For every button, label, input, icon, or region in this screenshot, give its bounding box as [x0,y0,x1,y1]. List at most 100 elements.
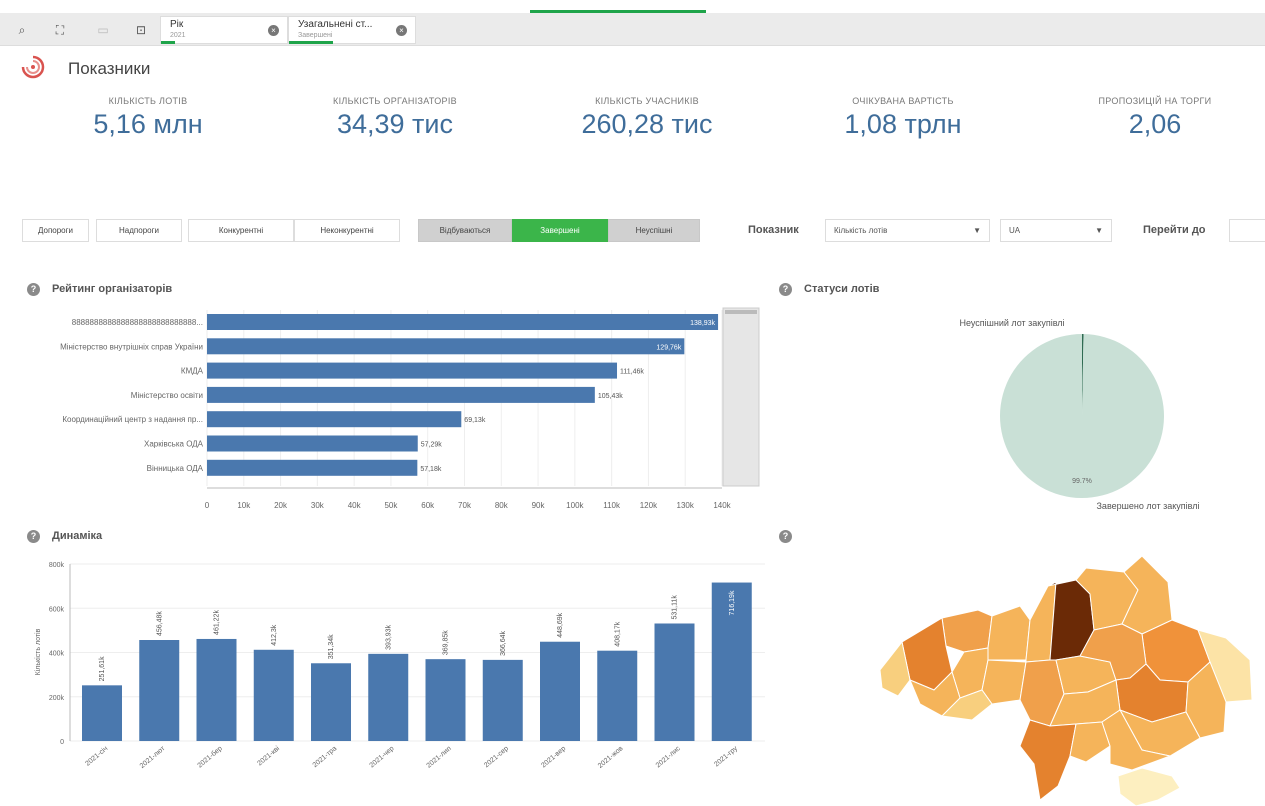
bar [82,685,122,741]
map-region-khmelnytskyi [981,659,1027,705]
bar [139,640,180,741]
goto-input[interactable] [1229,219,1265,242]
x-tick-label: 2021-чер [369,745,396,769]
bar [207,362,618,379]
x-tick-label: 50k [384,501,398,510]
filter-above-threshold-button[interactable]: Надпороги [96,219,182,242]
step-forward-icon[interactable]: ▭ [95,22,111,38]
help-icon[interactable]: ? [779,530,792,543]
category-label: Міністерство внутрішніх справ України [60,342,203,351]
bar [540,641,580,741]
data-label: 461,22k [214,610,221,635]
page-title: Показники [68,59,151,78]
x-tick-label: 2021-бер [196,744,224,769]
help-icon[interactable]: ? [779,283,792,296]
status-title: Статуси лотів [804,283,880,295]
x-tick-label: 90k [532,501,546,510]
search-select-icon[interactable]: ⌕ [14,22,30,38]
category-label: Міністерство освіти [131,391,203,400]
category-label: КМДА [181,367,204,376]
region-dropdown[interactable]: UA ▼ [1000,219,1112,242]
kpi-expected-value[interactable]: ОЧІКУВАНА ВАРТІСТЬ 1,08 трлн [778,96,1028,140]
y-tick-label: 600k [49,606,65,613]
bar [425,659,466,741]
map-region-rivne [987,605,1031,661]
bar [654,623,695,741]
bar [196,638,237,741]
clear-selections-icon[interactable]: ⊡ [133,22,149,38]
x-tick-label: 20k [274,501,288,510]
data-label: 369,85k [443,630,450,655]
y-tick-label: 400k [49,651,65,658]
data-label: 57,18k [420,466,442,473]
data-label: 69,13k [464,417,486,424]
pie-data-label: 99.7% [1072,478,1092,485]
bar [311,663,351,741]
x-tick-label: 10k [237,501,251,510]
bar [253,649,294,741]
kpi-bids[interactable]: ПРОПОЗИЦІЙ НА ТОРГИ 2,06 [1030,96,1265,140]
ranking-bar-chart[interactable]: 0 10k 20k 30k 40k 50k 60k 70k 80k 90k 100k 110k 120k… [0,306,765,516]
kpi-organizers[interactable]: КІЛЬКІСТЬ ОРГАНІЗАТОРІВ 34,39 тис [270,96,520,140]
selection-chip-status[interactable]: Узагальнені ст... Завершені × [288,16,416,44]
dynamics-bar-chart[interactable]: 0 200k 400k 600k 800k Кількість лотів 251,61k 2… [0,552,770,806]
kpi-value: 1,08 трлн [844,109,962,139]
x-tick-label: 110k [603,501,621,510]
scrollbar [722,307,760,487]
data-label: 129,76k [656,344,681,351]
filter-ongoing-button[interactable]: Відбуваються [418,219,512,242]
category-label: Харківська ОДА [144,440,204,449]
map-region-volyn [941,609,993,653]
selection-state-bar [289,41,333,44]
x-tick-label: 2021-січ [84,744,110,767]
kpi-label: ОЧІКУВАНА ВАРТІСТЬ [852,96,954,106]
x-tick-label: 100k [566,501,584,510]
x-tick-label: 0 [205,501,210,510]
pie-slice [1000,334,1164,498]
filter-completed-button[interactable]: Завершені [512,219,608,242]
pie-label: Неуспішний лот закупівлі [959,318,1064,328]
x-tick-label: 2021-лис [655,745,682,770]
filter-noncompetitive-button[interactable]: Неконкурентні [294,219,400,242]
bar [482,659,523,741]
kpi-lots[interactable]: КІЛЬКІСТЬ ЛОТІВ 5,16 млн [23,96,273,140]
x-tick-label: 130k [677,501,695,510]
indicator-dropdown[interactable]: Кількість лотів ▼ [825,219,990,242]
selection-chip-year[interactable]: Рік 2021 × [160,16,288,44]
help-icon[interactable]: ? [27,283,40,296]
data-label: 351,34k [328,634,335,659]
bar [207,459,418,476]
kpi-participants[interactable]: КІЛЬКІСТЬ УЧАСНИКІВ 260,28 тис [522,96,772,140]
kpi-label: КІЛЬКІСТЬ УЧАСНИКІВ [595,96,699,106]
bar [207,338,685,355]
filter-unsuccessful-button[interactable]: Неуспішні [608,219,700,242]
pie-label: Завершено лот закупівлі [1097,501,1200,511]
status-pie-chart[interactable]: Неуспішний лот закупівлі 99.7% Завершено л… [900,306,1265,521]
x-tick-label: 120k [640,501,658,510]
goto-label: Перейти до [1143,224,1206,236]
indicator-dropdown-value: Кількість лотів [834,226,888,235]
region-dropdown-value: UA [1009,226,1021,235]
kpi-value: 34,39 тис [336,109,453,139]
ukraine-region-map[interactable] [880,550,1265,806]
data-label: 138,93k [690,320,715,327]
step-back-icon[interactable]: ⛶ [52,22,68,38]
filter-below-threshold-button[interactable]: Допороги [22,219,89,242]
close-icon[interactable]: × [268,25,279,36]
category-label: 8888888888888888888888888888... [72,318,203,327]
x-tick-label: 2021-сер [483,745,510,769]
filter-competitive-button[interactable]: Конкурентні [188,219,294,242]
close-icon[interactable]: × [396,25,407,36]
x-tick-label: 2021-тра [312,745,339,769]
bar [597,650,638,741]
data-label: 366,64k [500,630,507,655]
bar [207,435,418,452]
kpi-value: 260,28 тис [581,109,713,139]
selection-value: 2021 [170,32,186,39]
data-label: 393,93k [385,624,392,649]
x-tick-label: 60k [421,501,435,510]
app-logo-icon [21,55,45,79]
help-icon[interactable]: ? [27,530,40,543]
dynamics-title: Динаміка [52,530,103,542]
ranking-title: Рейтинг організаторів [52,283,173,295]
